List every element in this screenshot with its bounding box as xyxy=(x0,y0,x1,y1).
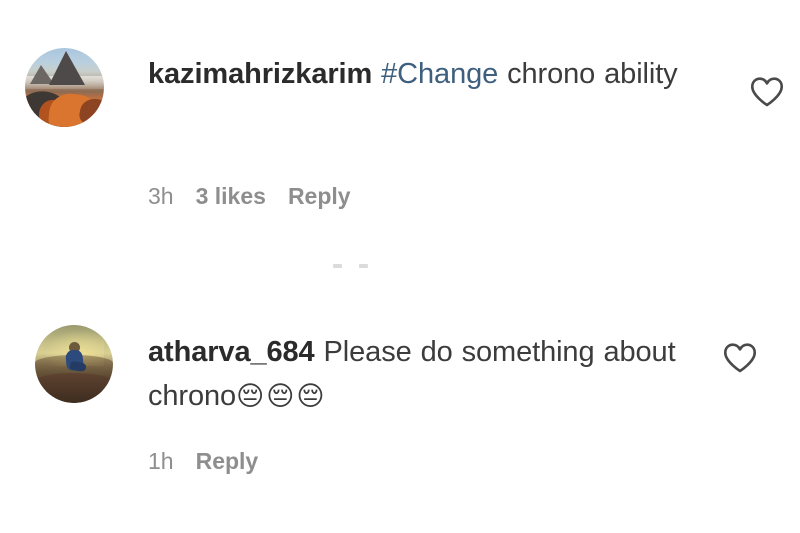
comment-reply-button[interactable]: Reply xyxy=(196,448,259,475)
comment-feed: kazimahrizkarim #Change chrono ability 3… xyxy=(0,0,800,533)
comment-username[interactable]: kazimahrizkarim xyxy=(148,58,372,90)
avatar-image-person-sitting-in-field-at-dusk xyxy=(35,325,113,403)
like-button[interactable] xyxy=(750,76,784,108)
heart-outline-icon xyxy=(750,77,784,107)
avatar[interactable] xyxy=(35,325,113,403)
comment-body: kazimahrizkarim #Change chrono ability xyxy=(148,52,708,96)
heart-outline-icon xyxy=(723,343,757,373)
comment-timestamp: 1h xyxy=(148,448,174,474)
scroll-artifact xyxy=(333,262,379,276)
comment-likes-count[interactable]: 3 likes xyxy=(196,183,266,210)
avatar-image-desert-mesa-landscape xyxy=(25,48,104,127)
avatar[interactable] xyxy=(25,48,104,127)
comment-emojis: 😔😔😔 xyxy=(236,381,327,412)
comment-username[interactable]: atharva_684 xyxy=(148,336,315,368)
comment-hashtag[interactable]: #Change xyxy=(381,58,498,90)
comment-timestamp: 3h xyxy=(148,183,174,209)
comment-meta: 1h Reply xyxy=(148,448,258,475)
like-button[interactable] xyxy=(723,342,757,374)
comment-text: chrono ability xyxy=(498,58,678,90)
comment-body: atharva_684 Please do something about ch… xyxy=(148,330,708,419)
comment-reply-button[interactable]: Reply xyxy=(288,183,351,210)
comment-meta: 3h 3 likes Reply xyxy=(148,183,351,210)
